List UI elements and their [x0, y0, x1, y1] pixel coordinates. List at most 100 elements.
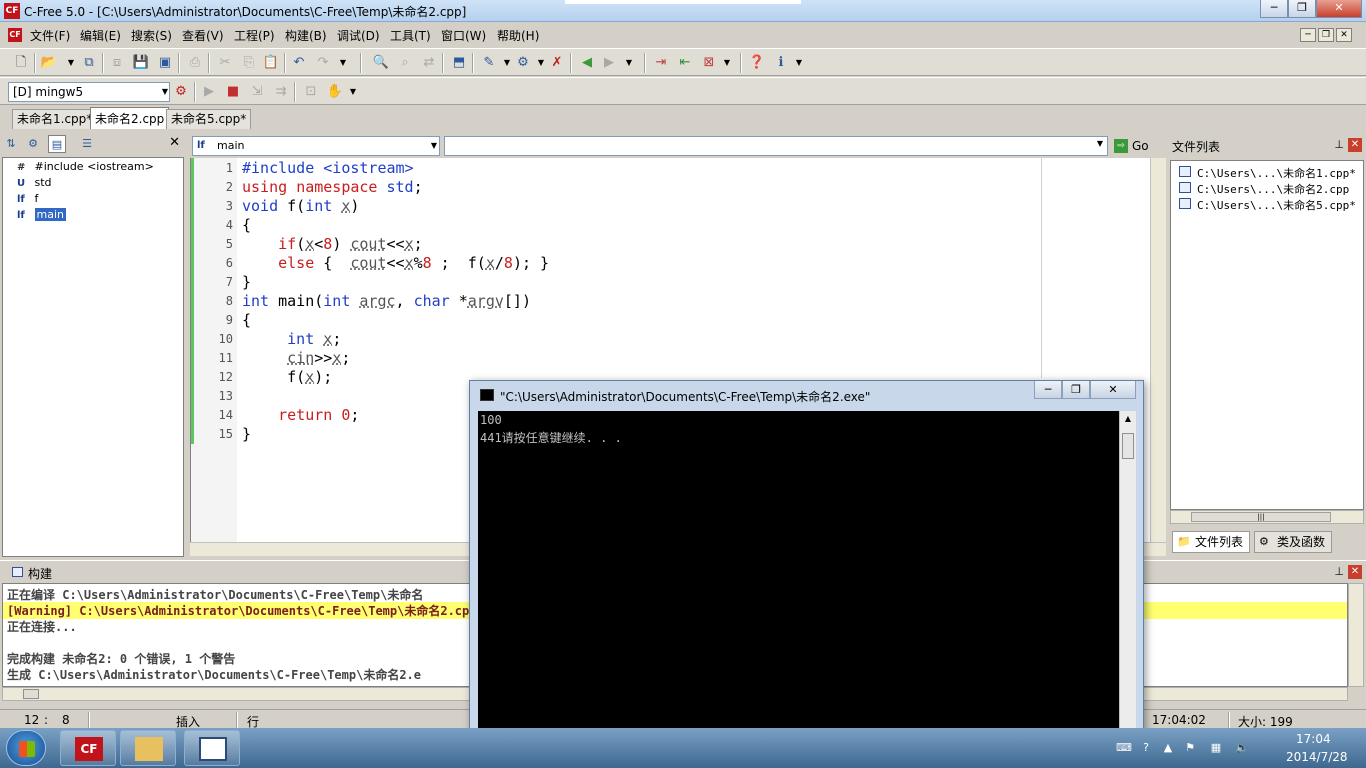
list-item[interactable]: lf f [17, 191, 38, 206]
tab-file-1[interactable]: 未命名1.cpp* [12, 109, 98, 129]
back-icon[interactable]: ◀ [578, 54, 596, 72]
help-icon[interactable]: ❓ [748, 54, 766, 72]
clock-time[interactable]: 17:04 [1296, 732, 1331, 746]
scrollbar-thumb[interactable]: ||| [1191, 512, 1331, 522]
scrollbar-thumb[interactable] [1122, 433, 1134, 459]
menu-search[interactable]: 搜索(S) [131, 27, 172, 44]
list-view-icon[interactable]: ▤ [48, 135, 66, 153]
pin-icon[interactable]: ⊥ [1334, 565, 1344, 578]
comment-icon[interactable]: ⊠ [700, 54, 718, 72]
chevron-down-icon[interactable]: ▼ [431, 137, 437, 155]
tab-file-list[interactable]: 📁 文件列表 [1172, 531, 1250, 553]
new-file-icon[interactable]: 🗋 [12, 54, 30, 72]
step-over-icon[interactable]: ⇉ [272, 83, 290, 101]
save-icon[interactable]: 💾 [132, 54, 150, 72]
sort-icon[interactable]: ⇅ [2, 135, 20, 153]
close-icon[interactable]: ✕ [1348, 565, 1362, 579]
console-close-button[interactable]: ✕ [1090, 381, 1136, 399]
paste-icon[interactable]: 📋 [262, 54, 280, 72]
close-icon[interactable]: ✕ [169, 135, 180, 150]
menu-build[interactable]: 构建(B) [285, 27, 327, 44]
chevron-down-icon[interactable]: ▼ [161, 83, 169, 101]
document-icon[interactable]: CF [8, 28, 22, 42]
editor-vertical-scrollbar[interactable] [1150, 158, 1166, 542]
info-icon[interactable]: ℹ [772, 54, 790, 72]
clock-date[interactable]: 2014/7/28 [1286, 750, 1348, 764]
go-button[interactable]: ⇨ Go ▼ [1112, 136, 1164, 172]
start-button[interactable] [6, 730, 46, 766]
chevron-up-icon[interactable]: ▲ [1120, 411, 1136, 427]
print-icon[interactable]: ⎙ [186, 54, 204, 72]
build-vertical-scrollbar[interactable] [1348, 583, 1364, 687]
list-item[interactable]: C:\Users\...\未命名1.cpp* [1179, 165, 1356, 181]
copy-icon[interactable]: ⎘ [240, 54, 258, 72]
chevron-up-icon[interactable]: ▲ [1160, 740, 1176, 756]
console-output[interactable]: 100 441请按任意键继续. . . [478, 411, 1119, 741]
console-maximize-button[interactable]: ❐ [1062, 381, 1090, 399]
chevron-down-icon[interactable]: ▼ [62, 54, 80, 72]
list-item[interactable]: C:\Users\...\未命名5.cpp* [1179, 197, 1356, 213]
run-icon[interactable]: ▶ [200, 83, 218, 101]
tab-classes-functions[interactable]: ⚙ 类及函数 [1254, 531, 1332, 553]
help-icon[interactable]: ? [1138, 740, 1154, 756]
replace-icon[interactable]: ⇄ [420, 54, 438, 72]
mdi-close-button[interactable]: ✕ [1336, 28, 1352, 42]
function-select[interactable]: lf main ▼ [192, 136, 440, 156]
menu-view[interactable]: 查看(V) [182, 27, 224, 44]
network-icon[interactable]: ▦ [1208, 740, 1224, 756]
open-folder-icon[interactable]: 📂 [40, 54, 58, 72]
flag-icon[interactable]: ⚑ [1182, 740, 1198, 756]
console-scrollbar[interactable]: ▲ [1119, 411, 1136, 741]
detail-view-icon[interactable]: ☰ [78, 135, 96, 153]
filter-icon[interactable]: ⚙ [24, 135, 42, 153]
chevron-down-icon[interactable]: ▼ [790, 54, 808, 72]
list-item[interactable]: # #include <iostream> [17, 159, 154, 174]
list-item[interactable]: C:\Users\...\未命名2.cpp [1179, 181, 1349, 197]
chevron-down-icon[interactable]: ▼ [1097, 139, 1103, 148]
symbol-select[interactable]: ▼ [444, 136, 1108, 156]
tools-icon[interactable]: ⚙ [514, 54, 532, 72]
stop-icon[interactable]: ■ [224, 83, 242, 101]
save-all-icon[interactable]: ▣ [156, 54, 174, 72]
chevron-down-icon[interactable]: ▼ [344, 83, 362, 101]
mdi-minimize-button[interactable]: ─ [1300, 28, 1316, 42]
console-minimize-button[interactable]: ─ [1034, 381, 1062, 399]
redo-icon[interactable]: ↷ [314, 54, 332, 72]
tab-file-5[interactable]: 未命名5.cpp* [166, 109, 252, 129]
goto-icon[interactable]: ⬒ [450, 54, 468, 72]
list-item[interactable]: lf main [17, 207, 66, 222]
open-project-icon[interactable]: ⧉ [80, 54, 98, 72]
chevron-down-icon[interactable]: ▼ [334, 54, 352, 72]
file-list-scrollbar[interactable]: ||| [1170, 510, 1364, 524]
taskbar-cfree[interactable]: CF [60, 730, 116, 766]
forward-icon[interactable]: ▶ [600, 54, 618, 72]
cut-icon[interactable]: ✂ [216, 54, 234, 72]
console-window[interactable]: "C:\Users\Administrator\Documents\C-Free… [469, 380, 1144, 741]
close-icon[interactable]: ✕ [1348, 138, 1362, 152]
undo-icon[interactable]: ↶ [290, 54, 308, 72]
minimize-button[interactable]: ─ [1260, 0, 1288, 18]
compiler-settings-icon[interactable]: ⚙ [172, 83, 190, 101]
step-into-icon[interactable]: ⇲ [248, 83, 266, 101]
menu-debug[interactable]: 调试(D) [337, 27, 380, 44]
pin-icon[interactable]: ⊥ [1334, 138, 1344, 151]
chevron-down-icon[interactable]: ▼ [718, 54, 736, 72]
compiler-select[interactable]: [D] mingw5 ▼ [8, 82, 170, 102]
close-file-icon[interactable]: ⧈ [108, 54, 126, 72]
menu-project[interactable]: 工程(P) [234, 27, 275, 44]
close-button[interactable]: ✕ [1316, 0, 1362, 18]
breakpoint-icon[interactable]: ⊡ [302, 83, 320, 101]
volume-icon[interactable]: 🔈 [1234, 740, 1250, 756]
menu-file[interactable]: 文件(F) [30, 27, 70, 44]
mdi-restore-button[interactable]: ❐ [1318, 28, 1334, 42]
indent-icon[interactable]: ⇥ [652, 54, 670, 72]
list-item[interactable]: U std [17, 175, 52, 190]
hand-icon[interactable]: ✋ [326, 83, 344, 101]
outdent-icon[interactable]: ⇤ [676, 54, 694, 72]
tab-file-2[interactable]: 未命名2.cpp [90, 107, 170, 129]
find-next-icon[interactable]: ⌕ [396, 54, 414, 72]
scrollbar-thumb[interactable] [23, 689, 39, 699]
menu-tools[interactable]: 工具(T) [390, 27, 431, 44]
taskbar-explorer[interactable] [120, 730, 176, 766]
clear-icon[interactable]: ✗ [548, 54, 566, 72]
